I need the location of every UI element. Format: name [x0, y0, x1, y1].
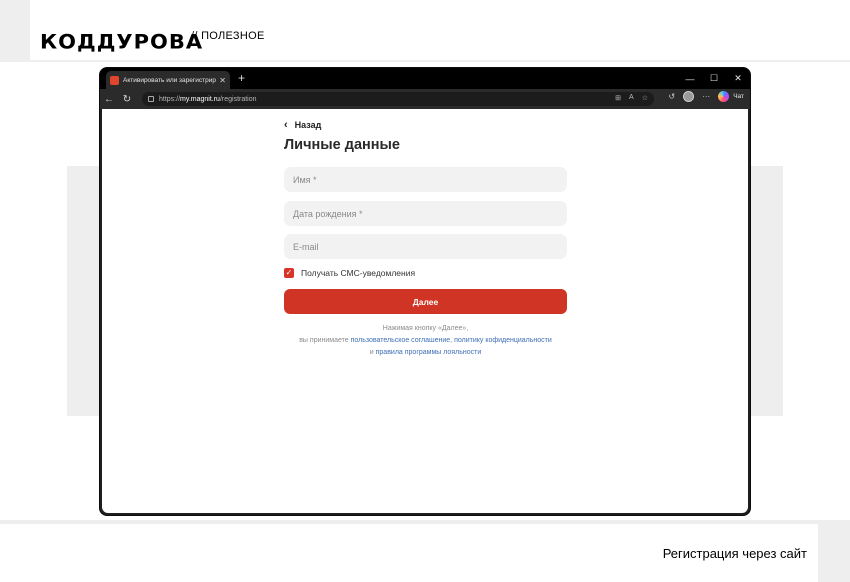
- url-text: https://my.magnit.ru/registration: [159, 95, 257, 103]
- legal-line-3: и правила программы лояльности: [369, 349, 482, 356]
- next-button[interactable]: Далее: [284, 289, 567, 314]
- address-bar-icons: ⊞ A ☆: [615, 94, 648, 102]
- sms-checkbox[interactable]: ✓: [284, 268, 294, 278]
- chat-label[interactable]: Чат: [733, 93, 744, 100]
- brand-logo: КОДДУРОВА: [40, 30, 204, 54]
- tab-close-icon[interactable]: ✕: [219, 76, 226, 85]
- profile-avatar-icon[interactable]: [683, 91, 695, 102]
- minimize-icon[interactable]: —: [678, 74, 702, 84]
- refresh-extension-icon[interactable]: ↺: [669, 92, 676, 101]
- back-arrow-icon[interactable]: ←: [100, 94, 118, 105]
- copilot-icon[interactable]: [718, 91, 730, 102]
- lock-icon: [148, 96, 154, 102]
- back-label: Назад: [294, 120, 322, 130]
- brand-section-label: // ПОЛЕЗНОЕ: [191, 30, 265, 42]
- page-viewport: ‹ Назад Личные данные ✓ Получать СМС-уве…: [102, 109, 748, 513]
- close-window-icon[interactable]: ✕: [726, 73, 750, 84]
- magnit-favicon-icon: [110, 75, 119, 85]
- user-agreement-link[interactable]: пользовательское соглашение: [351, 337, 451, 344]
- slide-caption: Регистрация через сайт: [662, 546, 807, 561]
- address-bar[interactable]: https://my.magnit.ru/registration ⊞ A ☆: [142, 92, 654, 106]
- more-menu-icon[interactable]: ···: [702, 92, 710, 101]
- tab-title: Активировать или зарегистриров: [123, 76, 217, 84]
- new-tab-icon[interactable]: +: [238, 71, 245, 85]
- background-bottom-strip: [0, 520, 818, 524]
- read-aloud-icon[interactable]: A: [629, 94, 634, 102]
- window-controls: — ☐ ✕: [678, 68, 750, 89]
- birthdate-input[interactable]: [284, 201, 567, 226]
- browser-window: Активировать или зарегистриров ✕ + — ☐ ✕…: [100, 68, 750, 515]
- browser-tab[interactable]: Активировать или зарегистриров ✕: [106, 71, 230, 89]
- privacy-policy-link[interactable]: политику кофиденциальности: [454, 337, 552, 344]
- browser-tab-bar: Активировать или зарегистриров ✕ + — ☐ ✕: [100, 68, 750, 89]
- back-link[interactable]: ‹ Назад: [284, 119, 321, 131]
- legal-line-1: Нажимая кнопку «Далее»,: [382, 325, 469, 332]
- reload-icon[interactable]: ↻: [118, 94, 136, 105]
- background-bottom-right: [818, 520, 850, 582]
- chevron-left-icon: ‹: [284, 119, 288, 131]
- apps-grid-icon[interactable]: ⊞: [615, 94, 621, 102]
- browser-toolbar: ← ↻ https://my.magnit.ru/registration ⊞ …: [100, 89, 750, 109]
- background-left-panel: [0, 62, 67, 582]
- email-input[interactable]: [284, 234, 567, 259]
- legal-notice: Нажимая кнопку «Далее», вы принимаете по…: [254, 323, 597, 359]
- loyalty-rules-link[interactable]: правила программы лояльности: [376, 349, 482, 356]
- sms-checkbox-row[interactable]: ✓ Получать СМС-уведомления: [284, 268, 415, 278]
- name-input[interactable]: [284, 167, 567, 192]
- maximize-icon[interactable]: ☐: [702, 73, 726, 84]
- favorite-star-icon[interactable]: ☆: [642, 94, 648, 102]
- legal-line-2: вы принимаете пользовательское соглашени…: [299, 337, 552, 344]
- page-title: Личные данные: [284, 137, 400, 153]
- sms-checkbox-label: Получать СМС-уведомления: [301, 268, 416, 278]
- toolbar-right: ↺ ··· Чат: [669, 91, 744, 102]
